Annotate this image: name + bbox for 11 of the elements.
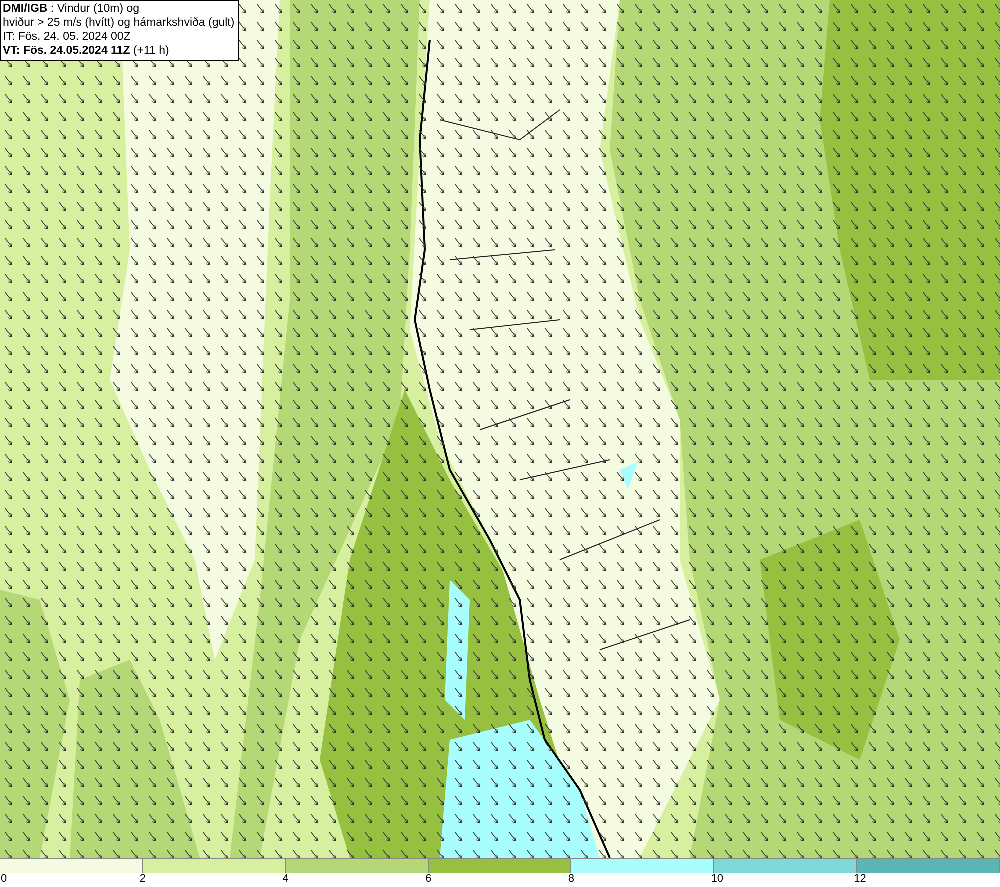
legend-tick-label: 4 (282, 873, 289, 885)
legend-tick-label: 8 (568, 873, 575, 885)
legend-tick-label: 6 (426, 873, 432, 885)
legend-tick-label: 2 (140, 873, 146, 885)
info-text: hviður > 25 m/s (hvítt) og hámarkshviða (gult) (3, 16, 235, 30)
info-text: DMI/IGB : Vindur (10m) og (3, 2, 141, 16)
info-text: VT: Fös. 24.05.2024 11Z (+11 h) (3, 44, 170, 58)
legend-tick-label: 0 (1, 873, 8, 885)
legend-tick-label: 10 (711, 873, 724, 885)
legend-tick-label: 12 (854, 873, 866, 885)
info-text: IT: Fös. 24. 05. 2024 00Z (3, 30, 132, 44)
